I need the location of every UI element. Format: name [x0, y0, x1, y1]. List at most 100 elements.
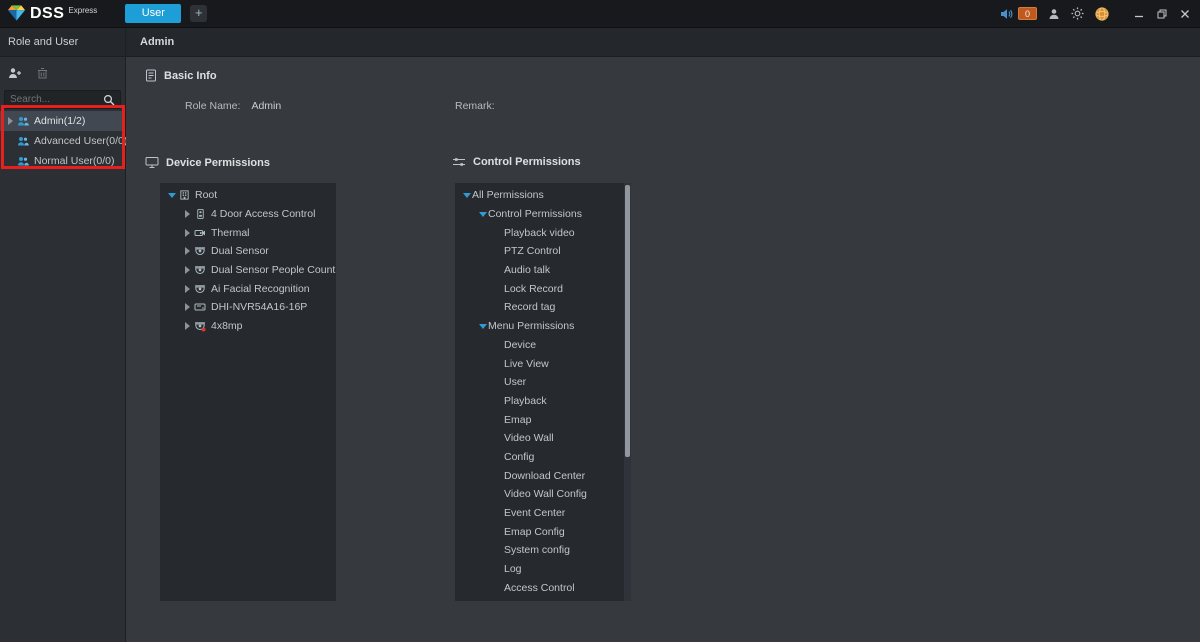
tree-item[interactable]: Dual Sensor: [160, 242, 336, 261]
basic-info-icon: [145, 69, 157, 82]
control-permissions-panel: All PermissionsControl PermissionsPlayba…: [455, 183, 631, 601]
expand-arrow-icon[interactable]: [182, 317, 193, 335]
tab-user[interactable]: User: [125, 4, 181, 23]
tree-item-label: Dual Sensor: [211, 245, 269, 257]
arrow-spacer: [493, 448, 504, 466]
arrow-spacer: [493, 261, 504, 279]
tree-item-label: System config: [504, 544, 570, 556]
search-box[interactable]: [4, 90, 121, 109]
collapse-arrow-icon[interactable]: [166, 186, 177, 204]
box-camera-icon: [193, 227, 207, 239]
tree-item[interactable]: Log: [455, 560, 631, 579]
users-icon: [16, 155, 30, 167]
add-role-icon[interactable]: [8, 67, 22, 79]
search-icon[interactable]: [103, 94, 115, 106]
tree-item[interactable]: Playback video: [455, 223, 631, 242]
expand-arrow-icon[interactable]: [182, 242, 193, 260]
expand-arrow-icon[interactable]: [182, 280, 193, 298]
arrow-spacer: [493, 504, 504, 522]
tree-item[interactable]: Menu Permissions: [455, 317, 631, 336]
tree-item-label: Emap Config: [504, 526, 565, 538]
tree-item[interactable]: Playback: [455, 392, 631, 411]
network-globe-icon[interactable]: [1095, 7, 1109, 21]
tree-item[interactable]: Record tag: [455, 298, 631, 317]
tree-item[interactable]: Ai Facial Recognition: [160, 279, 336, 298]
delete-role-icon[interactable]: [37, 67, 48, 79]
arrow-spacer: [493, 429, 504, 447]
tree-item[interactable]: DHI-NVR54A16-16P: [160, 298, 336, 317]
tree-item-label: Event Center: [504, 507, 565, 519]
tree-item[interactable]: All Permissions: [455, 186, 631, 205]
tree-item-label: Lock Record: [504, 283, 563, 295]
tree-item[interactable]: Control Permissions: [455, 205, 631, 224]
collapse-arrow-icon[interactable]: [477, 205, 488, 223]
tree-item-label: Access Control: [504, 582, 575, 594]
app-logo: DSS Express: [0, 4, 97, 24]
role-item[interactable]: Advanced User(0/0): [0, 131, 125, 151]
tree-item-label: Root: [195, 189, 217, 201]
tree-item[interactable]: Config: [455, 448, 631, 467]
role-item[interactable]: Normal User(0/0): [0, 151, 125, 171]
alarm-count-badge: 0: [1018, 7, 1037, 20]
tree-item[interactable]: Lock Record: [455, 279, 631, 298]
collapse-arrow-icon[interactable]: [461, 186, 472, 204]
tree-item[interactable]: User: [455, 373, 631, 392]
restore-icon[interactable]: [1157, 9, 1167, 19]
page-title: Admin: [126, 28, 1200, 57]
tree-item-label: Emap: [504, 414, 531, 426]
settings-gear-icon[interactable]: [1071, 7, 1084, 20]
device-permissions-title: Device Permissions: [166, 157, 270, 169]
tree-item-label: Dual Sensor People Counting: [211, 264, 336, 276]
tree-item[interactable]: System config: [455, 541, 631, 560]
expand-arrow-icon[interactable]: [5, 112, 16, 130]
expand-arrow-icon[interactable]: [182, 298, 193, 316]
device-permissions-panel: Root 4 Door Access ControlThermal Dual Sen…: [160, 183, 336, 601]
tree-item[interactable]: Audio talk: [455, 261, 631, 280]
tree-item[interactable]: Event Center: [455, 504, 631, 523]
expand-arrow-icon[interactable]: [182, 261, 193, 279]
role-item-label: Advanced User(0/0): [34, 135, 127, 147]
tree-item[interactable]: Video Wall Config: [455, 485, 631, 504]
expand-arrow-icon[interactable]: [182, 205, 193, 223]
arrow-spacer: [493, 336, 504, 354]
add-tab-button[interactable]: +: [190, 5, 207, 22]
title-bar: DSS Express User + 0: [0, 0, 1200, 28]
tree-item[interactable]: Download Center: [455, 466, 631, 485]
close-icon[interactable]: [1180, 9, 1190, 19]
tree-item[interactable]: Video Wall: [455, 429, 631, 448]
minimize-icon[interactable]: [1134, 9, 1144, 19]
tree-item[interactable]: Thermal: [160, 223, 336, 242]
tree-item[interactable]: 4 Door Access Control: [160, 205, 336, 224]
tree-item[interactable]: 4x8mp: [160, 317, 336, 336]
sidebar: Role and User Admin(1/2)Advanced User(0/…: [0, 28, 126, 642]
dome-camera-icon: [193, 264, 207, 276]
tree-item-label: Audio talk: [504, 264, 550, 276]
role-list: Admin(1/2) Advanced User(0/0) Normal User(…: [0, 111, 125, 171]
alarm-group[interactable]: 0: [1000, 7, 1037, 20]
expand-arrow-icon[interactable]: [182, 224, 193, 242]
user-icon[interactable]: [1048, 8, 1060, 20]
search-input[interactable]: [10, 94, 103, 105]
control-permissions-scrollbar[interactable]: [624, 183, 631, 601]
tree-item-label: Ai Facial Recognition: [211, 283, 310, 295]
volume-icon[interactable]: [1000, 8, 1014, 20]
role-item-label: Admin(1/2): [34, 115, 85, 127]
tree-item-label: Download Center: [504, 470, 585, 482]
tree-item[interactable]: Emap Config: [455, 522, 631, 541]
arrow-spacer: [493, 560, 504, 578]
dome-camera-alert-icon: [193, 320, 207, 332]
device-permissions-icon: [145, 156, 159, 169]
tree-item[interactable]: PTZ Control: [455, 242, 631, 261]
logo-subtext: Express: [68, 6, 97, 15]
collapse-arrow-icon[interactable]: [477, 317, 488, 335]
tree-item-label: DHI-NVR54A16-16P: [211, 301, 307, 313]
tree-item[interactable]: Device: [455, 336, 631, 355]
tree-item[interactable]: Emap: [455, 410, 631, 429]
tree-item[interactable]: Dual Sensor People Counting: [160, 261, 336, 280]
arrow-spacer: [493, 224, 504, 242]
tree-item[interactable]: Root: [160, 186, 336, 205]
tree-item[interactable]: Access Control: [455, 578, 631, 597]
role-item[interactable]: Admin(1/2): [0, 111, 125, 131]
scrollbar-thumb[interactable]: [625, 185, 630, 457]
tree-item[interactable]: Live View: [455, 354, 631, 373]
